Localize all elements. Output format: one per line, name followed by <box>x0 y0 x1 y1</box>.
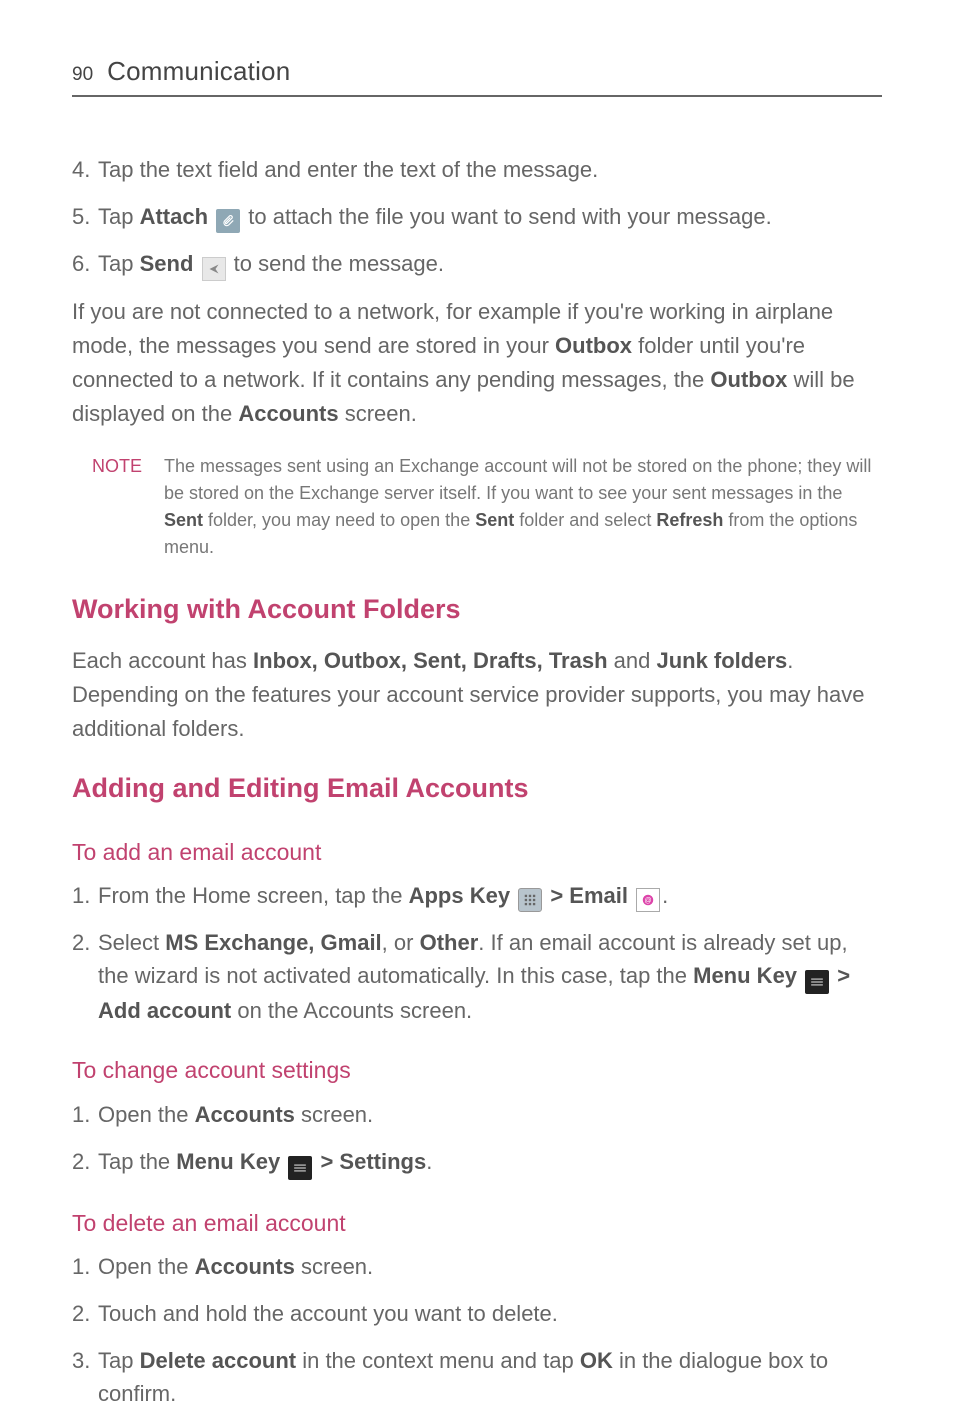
note-label: NOTE <box>92 453 164 561</box>
delete-step-1: 1. Open the Accounts screen. <box>72 1250 882 1283</box>
step-5: 5. Tap Attach to attach the file you wan… <box>72 200 882 233</box>
outbox-paragraph: If you are not connected to a network, f… <box>72 295 882 431</box>
apps-key-icon <box>518 888 542 912</box>
heading-change-settings: To change account settings <box>72 1053 882 1088</box>
page-title: Communication <box>107 52 290 91</box>
add-step-1: 1. From the Home screen, tap the Apps Ke… <box>72 879 882 912</box>
attach-icon <box>216 209 240 233</box>
delete-step-2: 2. Touch and hold the account you want t… <box>72 1297 882 1330</box>
add-step-2: 2. Select MS Exchange, Gmail, or Other. … <box>72 926 882 1027</box>
svg-text:@: @ <box>645 897 652 904</box>
steps-top: 4. Tap the text field and enter the text… <box>72 153 882 281</box>
send-icon <box>202 257 226 281</box>
step-4: 4. Tap the text field and enter the text… <box>72 153 882 186</box>
step-6: 6. Tap Send to send the message. <box>72 247 882 281</box>
heading-add-account: To add an email account <box>72 835 882 870</box>
delete-steps: 1. Open the Accounts screen. 2. Touch an… <box>72 1250 882 1410</box>
folders-paragraph: Each account has Inbox, Outbox, Sent, Dr… <box>72 644 882 746</box>
email-icon: @ <box>636 888 660 912</box>
heading-delete-account: To delete an email account <box>72 1206 882 1241</box>
note-block: NOTE The messages sent using an Exchange… <box>92 453 882 561</box>
note-text: The messages sent using an Exchange acco… <box>164 453 882 561</box>
menu-key-icon <box>288 1156 312 1180</box>
page-number: 90 <box>72 61 93 90</box>
add-steps: 1. From the Home screen, tap the Apps Ke… <box>72 879 882 1027</box>
delete-step-3: 3. Tap Delete account in the context men… <box>72 1344 882 1410</box>
change-steps: 1. Open the Accounts screen. 2. Tap the … <box>72 1098 882 1180</box>
page-header: 90 Communication <box>72 52 882 97</box>
change-step-2: 2. Tap the Menu Key > Settings. <box>72 1145 882 1180</box>
heading-folders: Working with Account Folders <box>72 589 882 630</box>
menu-key-icon <box>805 970 829 994</box>
change-step-1: 1. Open the Accounts screen. <box>72 1098 882 1131</box>
heading-adding: Adding and Editing Email Accounts <box>72 768 882 809</box>
